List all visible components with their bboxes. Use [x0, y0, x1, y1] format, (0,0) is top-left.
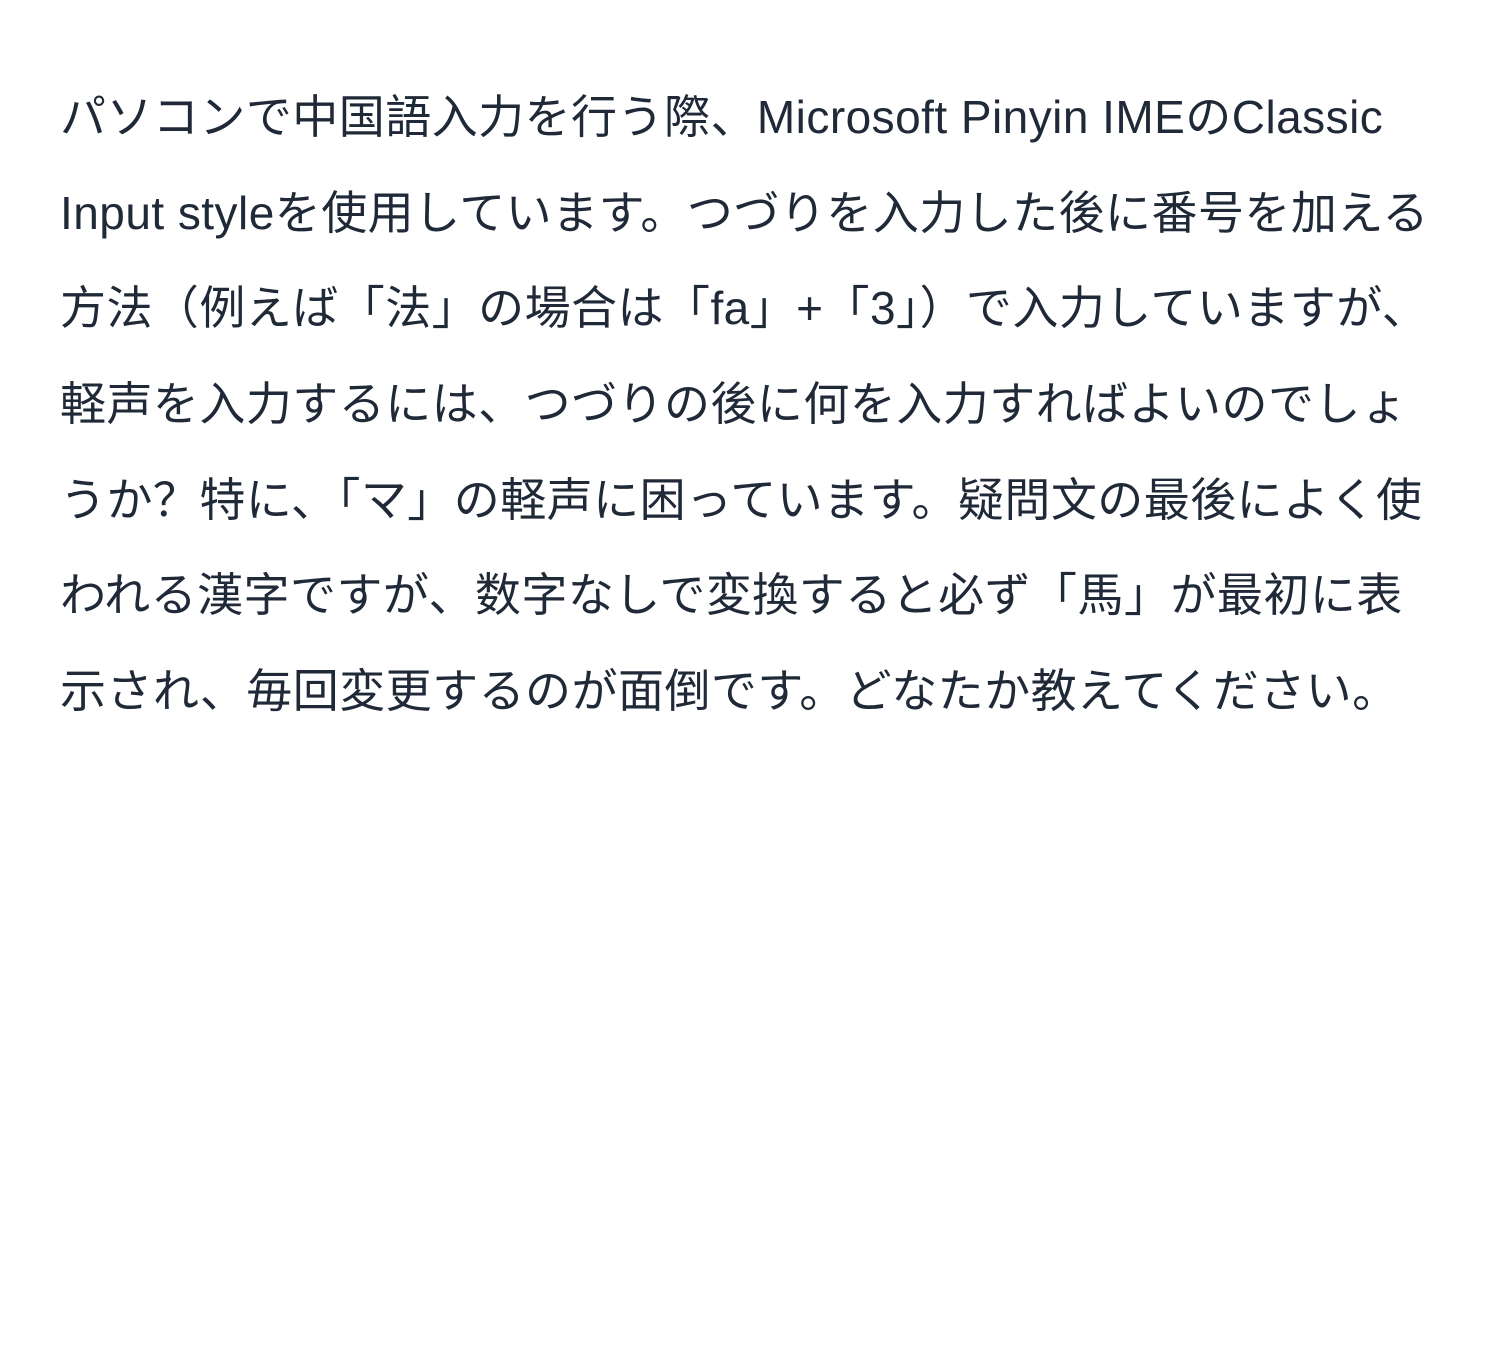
- paragraph-main: パソコンで中国語入力を行う際、Microsoft Pinyin IMEのClas…: [60, 70, 1440, 740]
- document-body: パソコンで中国語入力を行う際、Microsoft Pinyin IMEのClas…: [60, 70, 1440, 740]
